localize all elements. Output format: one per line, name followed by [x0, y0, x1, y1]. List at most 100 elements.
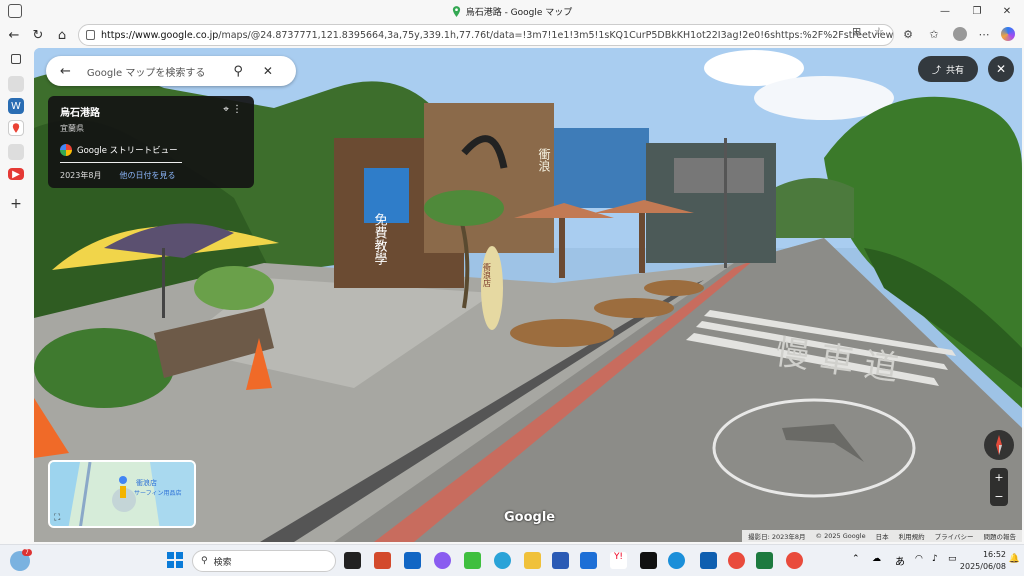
store-icon[interactable] [580, 552, 597, 569]
streetview-label-row: Google ストリートビュー [60, 144, 242, 156]
footer-report[interactable]: 問題の報告 [984, 531, 1017, 541]
title-bar: 烏石港路 - Google マップ — ❐ ✕ [0, 0, 1024, 22]
edge-browser-icon[interactable] [668, 552, 685, 569]
share-button[interactable]: ⤴ 共有 [918, 56, 978, 82]
taskbar-search-label: 検索 [213, 557, 232, 568]
shop-sign-text: 免費教學 [372, 213, 388, 265]
task-view-icon[interactable] [344, 552, 361, 569]
notification-bell-icon[interactable]: 🔔 [1009, 554, 1020, 564]
copilot-icon[interactable] [998, 24, 1018, 44]
outlook-icon[interactable] [404, 552, 421, 569]
maximize-button[interactable]: ❐ [962, 0, 992, 22]
zoom-in-button[interactable]: + [994, 471, 1003, 484]
search-icon: ⚲ [201, 556, 208, 566]
minimize-button[interactable]: — [930, 0, 960, 22]
footer-terms[interactable]: 利用規約 [899, 531, 925, 541]
footer-country[interactable]: 日本 [876, 531, 889, 541]
google-g-icon [60, 144, 72, 156]
streetview-label: Google ストリートビュー [77, 146, 178, 156]
minimap-label: 衝浪店 [136, 479, 157, 487]
wifi-icon[interactable]: ◠ [915, 554, 923, 564]
start-button[interactable] [166, 551, 184, 569]
url-path: /maps/@24.8737771,121.8395664,3a,75y,339… [218, 29, 894, 41]
address-bar[interactable]: https://www.google.co.jp/maps/@24.873777… [78, 24, 894, 46]
windows-logo-icon [167, 552, 183, 568]
expand-map-icon[interactable]: ⛶ [54, 513, 60, 523]
surfboard-text: 衝浪店 [483, 262, 492, 288]
app-icon-green[interactable] [464, 552, 481, 569]
edge-dev-icon[interactable] [494, 552, 511, 569]
clock-time: 16:52 [982, 550, 1006, 559]
zoom-out-button[interactable]: − [994, 490, 1003, 503]
back-arrow-icon[interactable]: ← [60, 64, 71, 79]
compass-button[interactable] [984, 430, 1014, 460]
word-icon[interactable] [552, 552, 569, 569]
outlook-new-icon[interactable] [700, 552, 717, 569]
app-icon-red-2[interactable] [786, 552, 803, 569]
back-icon[interactable]: ← [2, 23, 26, 47]
youtube-icon[interactable]: ▶ [8, 168, 24, 180]
maps-tab-icon[interactable] [8, 120, 24, 136]
favorites-icon[interactable]: ✩ [924, 24, 944, 44]
page-icon[interactable] [8, 76, 24, 92]
file-explorer-icon[interactable] [524, 552, 541, 569]
yahoo-icon[interactable]: Y! [610, 552, 627, 569]
other-dates-link[interactable]: 他の日付を見る [119, 170, 175, 181]
notification-badge: 7 [22, 549, 32, 556]
close-window-button[interactable]: ✕ [992, 0, 1022, 22]
clear-search-icon[interactable]: ✕ [263, 64, 273, 78]
tab-list-icon[interactable] [11, 54, 21, 64]
maps-search-box[interactable]: ← Google マップを検索する ⚲ ✕ [46, 56, 296, 86]
tab-actions-icon[interactable] [8, 4, 22, 18]
search-icon[interactable]: ⚲ [233, 64, 243, 79]
maps-footer: 撮影日: 2023年8月 © 2025 Google 日本 利用規約 プライバシ… [742, 530, 1022, 542]
browser-sidebar: W ▶ + [0, 48, 32, 544]
shop-sign-2: 衝浪 [537, 148, 551, 173]
add-tab-icon[interactable]: + [8, 196, 24, 212]
browser-window: 烏石港路 - Google マップ — ❐ ✕ ← ↻ ⌂ https://ww… [0, 0, 1024, 544]
compass-icon [996, 435, 1002, 455]
zoom-controls: + − [990, 468, 1008, 506]
minimap-label-2: サーフィン用品店 [134, 490, 182, 497]
share-label: 共有 [946, 65, 965, 76]
minimap[interactable]: 衝浪店 サーフィン用品店 ⛶ [48, 460, 196, 528]
onedrive-icon[interactable]: ☁ [872, 554, 881, 564]
place-region: 宜蘭県 [60, 124, 84, 133]
google-maps-pin-icon [452, 5, 460, 17]
google-logo: Google [504, 510, 556, 525]
excel-icon[interactable] [756, 552, 773, 569]
ime-indicator[interactable]: あ [895, 553, 905, 568]
home-icon[interactable]: ⌂ [50, 23, 74, 47]
copilot-app-icon[interactable] [434, 552, 451, 569]
window-title: 烏石港路 - Google マップ [465, 7, 573, 18]
footer-privacy[interactable]: プライバシー [935, 531, 974, 541]
wordpress-icon[interactable]: W [8, 98, 24, 114]
tray-chevron-icon[interactable]: ⌃ [852, 554, 860, 564]
clock-date: 2025/06/08 [959, 562, 1006, 571]
page-icon-2[interactable] [8, 144, 24, 160]
lock-icon [86, 30, 95, 40]
taskbar-clock[interactable]: 16:52 2025/06/08 [960, 549, 1006, 573]
reader-icon[interactable]: ⊞ [852, 25, 861, 38]
app-icon-red[interactable] [728, 552, 745, 569]
refresh-icon[interactable]: ↻ [26, 23, 50, 47]
volume-icon[interactable]: ♪ [932, 554, 938, 564]
favorite-star-icon[interactable]: ☆ [874, 25, 884, 38]
capture-date: 2023年8月 [60, 171, 102, 180]
place-title: 烏石港路 [60, 108, 100, 119]
battery-icon[interactable]: ▭ [948, 554, 957, 564]
footer-copyright: © 2025 Google [815, 532, 866, 540]
extensions-icon[interactable]: ⚙ [898, 24, 918, 44]
street-view-panorama[interactable]: 慢 車 道 免費教學 衝浪 衝浪店 ← Google マップを検索する ⚲ ✕ … [34, 48, 1022, 542]
search-input[interactable]: Google マップを検索する [87, 64, 205, 79]
profile-avatar[interactable] [950, 24, 970, 44]
navigation-bar: ← ↻ ⌂ https://www.google.co.jp/maps/@24.… [0, 22, 1024, 48]
taskbar-search[interactable]: ⚲ 検索 [192, 550, 336, 572]
close-streetview-button[interactable]: ✕ [988, 56, 1014, 82]
more-menu-icon[interactable]: ⋯ [974, 24, 994, 44]
taskbar: 7 ⚲ 検索 Y! ⌃ ☁ あ ◠ ♪ ▭ 16:52 2025/06/08 🔔 [0, 544, 1024, 576]
place-pin-icon[interactable]: ⌖ ⋮ [223, 104, 242, 119]
powerpoint-icon[interactable] [374, 552, 391, 569]
java-app-icon[interactable] [640, 552, 657, 569]
footer-capture-date: 撮影日: 2023年8月 [748, 533, 806, 541]
